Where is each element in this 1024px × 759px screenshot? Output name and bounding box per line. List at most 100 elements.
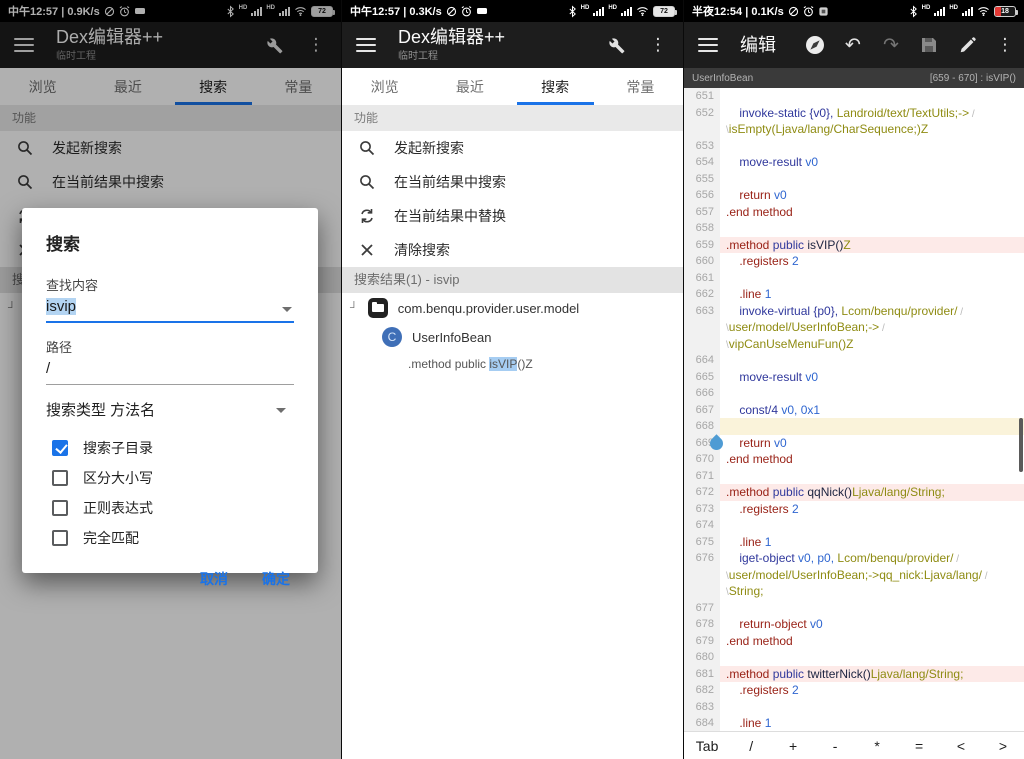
line-number: 665 [684,369,720,386]
code-line-678[interactable]: 678 return-object v0 [684,616,1024,633]
code-line-662[interactable]: 662 .line 1 [684,286,1024,303]
key-equals[interactable]: = [898,738,940,754]
code-editor[interactable]: 651652 invoke-static {v0}, Landroid/text… [684,88,1024,731]
code-line-676[interactable]: 676 iget-object v0, p0, Lcom/benqu/provi… [684,550,1024,567]
wifi-icon [977,6,990,16]
redo-icon[interactable]: ↷ [880,34,902,56]
code-line-680[interactable]: 680 [684,649,1024,666]
tab-constants[interactable]: 常量 [598,68,683,105]
left-phone-panel: 中午12:57 | 0.9K/s HD HD 72 Dex编辑器++ 临时工程 [0,0,341,759]
action-clear-search[interactable]: 清除搜索 [342,233,683,267]
alarm-icon [803,6,814,17]
edit-pencil-icon[interactable] [956,34,978,56]
code-line-666[interactable]: 666 [684,385,1024,402]
code-line-683[interactable]: 683 [684,699,1024,716]
tree-class-row[interactable]: C UserInfoBean [342,323,683,351]
chevron-down-icon[interactable] [276,408,286,413]
code-line-654[interactable]: 654 move-result v0 [684,154,1024,171]
checkbox-icon[interactable] [52,530,68,546]
key-slash[interactable]: / [730,738,772,754]
checkbox-icon[interactable] [52,500,68,516]
code-line-wrap[interactable]: \vipCanUseMenuFun()Z [684,336,1024,353]
code-line-674[interactable]: 674 [684,517,1024,534]
code-line-670[interactable]: 670.end method [684,451,1024,468]
key-less-than[interactable]: < [940,738,982,754]
chevron-down-icon[interactable] [282,307,292,312]
path-input[interactable]: / [46,360,294,385]
code-line-660[interactable]: 660 .registers 2 [684,253,1024,270]
line-number [684,319,720,336]
undo-icon[interactable]: ↶ [842,34,864,56]
code-line-658[interactable]: 658 [684,220,1024,237]
option-exact-match[interactable]: 完全匹配 [46,523,294,553]
code-line-684[interactable]: 684 .line 1 [684,715,1024,731]
code-line-655[interactable]: 655 [684,171,1024,188]
collapse-arrow-icon[interactable]: ┘ [350,302,358,314]
code-line-668[interactable]: 668 [684,418,1024,435]
navigate-compass-icon[interactable] [804,34,826,56]
cancel-button[interactable]: 取消 [200,569,228,589]
menu-icon[interactable] [356,38,376,52]
code-line-wrap[interactable]: \String; [684,583,1024,600]
tab-search[interactable]: 搜索 [513,68,598,105]
menu-icon[interactable] [698,38,718,52]
status-bar: 中午12:57 | 0.3K/s HD HD 72 [342,0,683,22]
code-line-651[interactable]: 651 [684,88,1024,105]
action-new-search[interactable]: 发起新搜索 [342,131,683,165]
overflow-menu-icon[interactable]: ⋮ [647,34,669,56]
option-search-subdirs[interactable]: 搜索子目录 [46,433,294,463]
code-line-656[interactable]: 656 return v0 [684,187,1024,204]
tree-package-row[interactable]: ┘ com.benqu.provider.user.model [342,293,683,323]
code-line-657[interactable]: 657.end method [684,204,1024,221]
code-line-669[interactable]: 669 return v0 [684,435,1024,452]
code-line-681[interactable]: 681.method public twitterNick()Ljava/lan… [684,666,1024,683]
key-minus[interactable]: - [814,738,856,754]
path-label: 路径 [46,337,294,356]
match-highlight: isVIP [489,357,517,371]
line-number: 679 [684,633,720,650]
line-number: 652 [684,105,720,122]
line-number: 672 [684,484,720,501]
key-asterisk[interactable]: * [856,738,898,754]
hd-label: HD [608,5,617,11]
search-icon [358,173,376,191]
code-line-652[interactable]: 652 invoke-static {v0}, Landroid/text/Te… [684,105,1024,122]
code-line-653[interactable]: 653 [684,138,1024,155]
action-search-in-results[interactable]: 在当前结果中搜索 [342,165,683,199]
key-greater-than[interactable]: > [982,738,1024,754]
find-input[interactable]: isvip [46,298,294,323]
tools-icon[interactable] [605,34,627,56]
tab-recent[interactable]: 最近 [427,68,512,105]
code-line-659[interactable]: 659.method public isVIP()Z [684,237,1024,254]
option-regex[interactable]: 正则表达式 [46,493,294,523]
code-line-661[interactable]: 661 [684,270,1024,287]
code-line-672[interactable]: 672.method public qqNick()Ljava/lang/Str… [684,484,1024,501]
code-line-664[interactable]: 664 [684,352,1024,369]
code-line-wrap[interactable]: \user/model/UserInfoBean;->qq_nick:Ljava… [684,567,1024,584]
tab-browse[interactable]: 浏览 [342,68,427,105]
ok-button[interactable]: 确定 [262,569,290,589]
code-line-682[interactable]: 682 .registers 2 [684,682,1024,699]
scrollbar[interactable] [1019,418,1023,472]
save-icon[interactable] [918,34,940,56]
key-plus[interactable]: + [772,738,814,754]
code-line-wrap[interactable]: \isEmpty(Ljava/lang/CharSequence;)Z [684,121,1024,138]
code-line-671[interactable]: 671 [684,468,1024,485]
context-class: UserInfoBean [692,73,753,84]
search-type-dropdown[interactable]: 搜索类型 方法名 [46,399,294,423]
code-line-679[interactable]: 679.end method [684,633,1024,650]
overflow-menu-icon[interactable]: ⋮ [994,34,1016,56]
action-replace-in-results[interactable]: 在当前结果中替换 [342,199,683,233]
code-line-665[interactable]: 665 move-result v0 [684,369,1024,386]
code-line-677[interactable]: 677 [684,600,1024,617]
option-case-sensitive[interactable]: 区分大小写 [46,463,294,493]
code-line-wrap[interactable]: \user/model/UserInfoBean;-> / [684,319,1024,336]
code-line-675[interactable]: 675 .line 1 [684,534,1024,551]
code-line-663[interactable]: 663 invoke-virtual {p0}, Lcom/benqu/prov… [684,303,1024,320]
checkbox-icon[interactable] [52,440,68,456]
checkbox-icon[interactable] [52,470,68,486]
code-line-667[interactable]: 667 const/4 v0, 0x1 [684,402,1024,419]
code-line-673[interactable]: 673 .registers 2 [684,501,1024,518]
key-tab[interactable]: Tab [684,738,730,754]
tree-method-row[interactable]: .method public isVIP()Z [342,351,683,377]
